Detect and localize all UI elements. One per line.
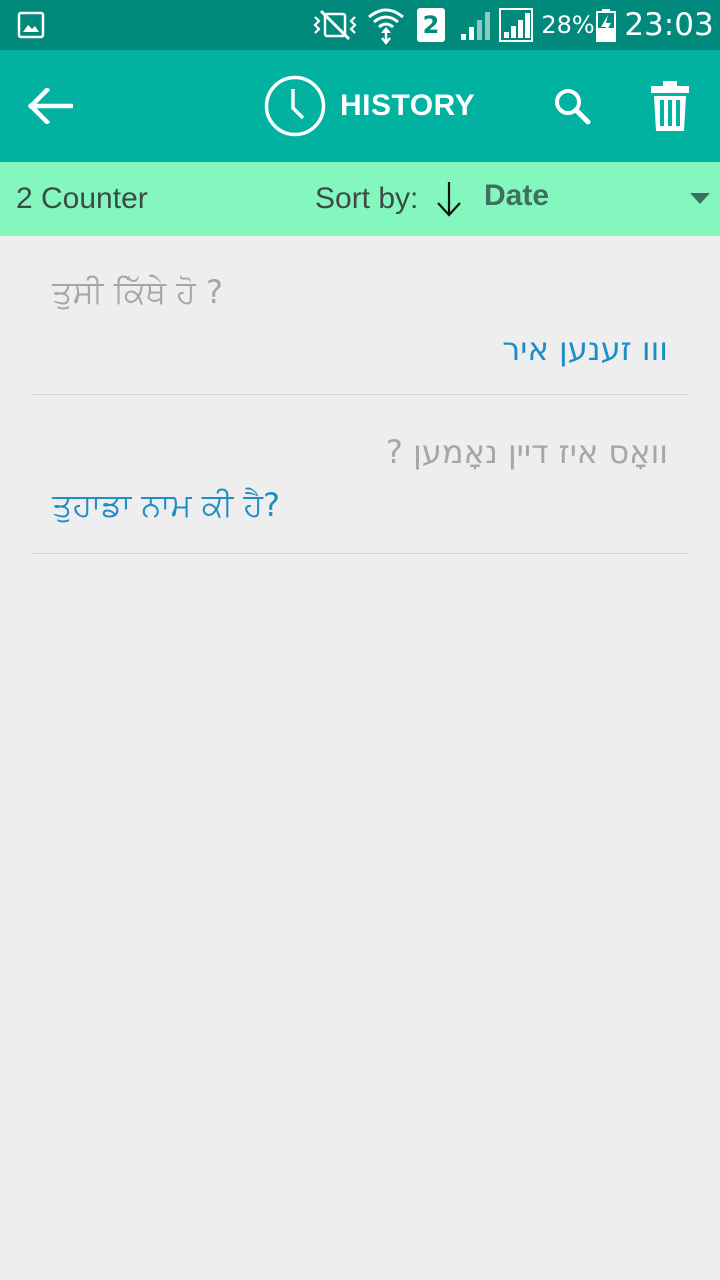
divider [32, 553, 688, 554]
sim2-icon: 2 [416, 0, 446, 50]
clock-time: 23:03 [624, 7, 714, 43]
page-title: HISTORY [340, 89, 476, 122]
chevron-down-icon[interactable] [690, 193, 710, 204]
source-text: ਤੁਸੀ ਕਿੱਥੇ ਹੋ ? [52, 273, 223, 311]
gallery-notification-icon [16, 0, 46, 50]
battery-percent: 28% [541, 11, 595, 39]
vibrate-mute-icon [310, 0, 360, 50]
back-arrow-icon[interactable] [20, 76, 80, 136]
battery-charging-icon [594, 0, 618, 50]
clock-icon [264, 75, 326, 137]
app-toolbar: HISTORY [0, 50, 720, 162]
sort-value[interactable]: Date [484, 178, 549, 214]
divider [32, 394, 688, 395]
list-item[interactable]: וואָס איז דיין נאָמען ? ਤੁਹਾਡਾ ਨਾਮ ਕੀ ਹੈ… [32, 432, 688, 524]
list-item[interactable]: ਤੁਸੀ ਕਿੱਥੇ ਹੋ ? ווו זענען איר [32, 272, 688, 368]
signal-2-icon [497, 0, 535, 50]
wifi-icon [366, 0, 406, 50]
sort-by-label: Sort by: [315, 182, 419, 215]
sort-bar: 2 Counter Sort by: Date [0, 162, 720, 236]
signal-1-icon [458, 0, 494, 50]
search-icon[interactable] [546, 78, 598, 134]
source-text: וואָס איז דיין נאָמען ? [385, 433, 668, 471]
trash-icon[interactable] [644, 78, 696, 134]
sim-badge-text: 2 [422, 11, 440, 39]
status-bar: 2 28% 23:03 [0, 0, 720, 50]
translation-text: ווו זענען איר [502, 330, 668, 368]
history-counter: 2 Counter [16, 182, 148, 215]
translation-text: ਤੁਹਾਡਾ ਨਾਮ ਕੀ ਹੈ? [52, 486, 281, 524]
sort-direction-icon[interactable] [434, 180, 464, 222]
